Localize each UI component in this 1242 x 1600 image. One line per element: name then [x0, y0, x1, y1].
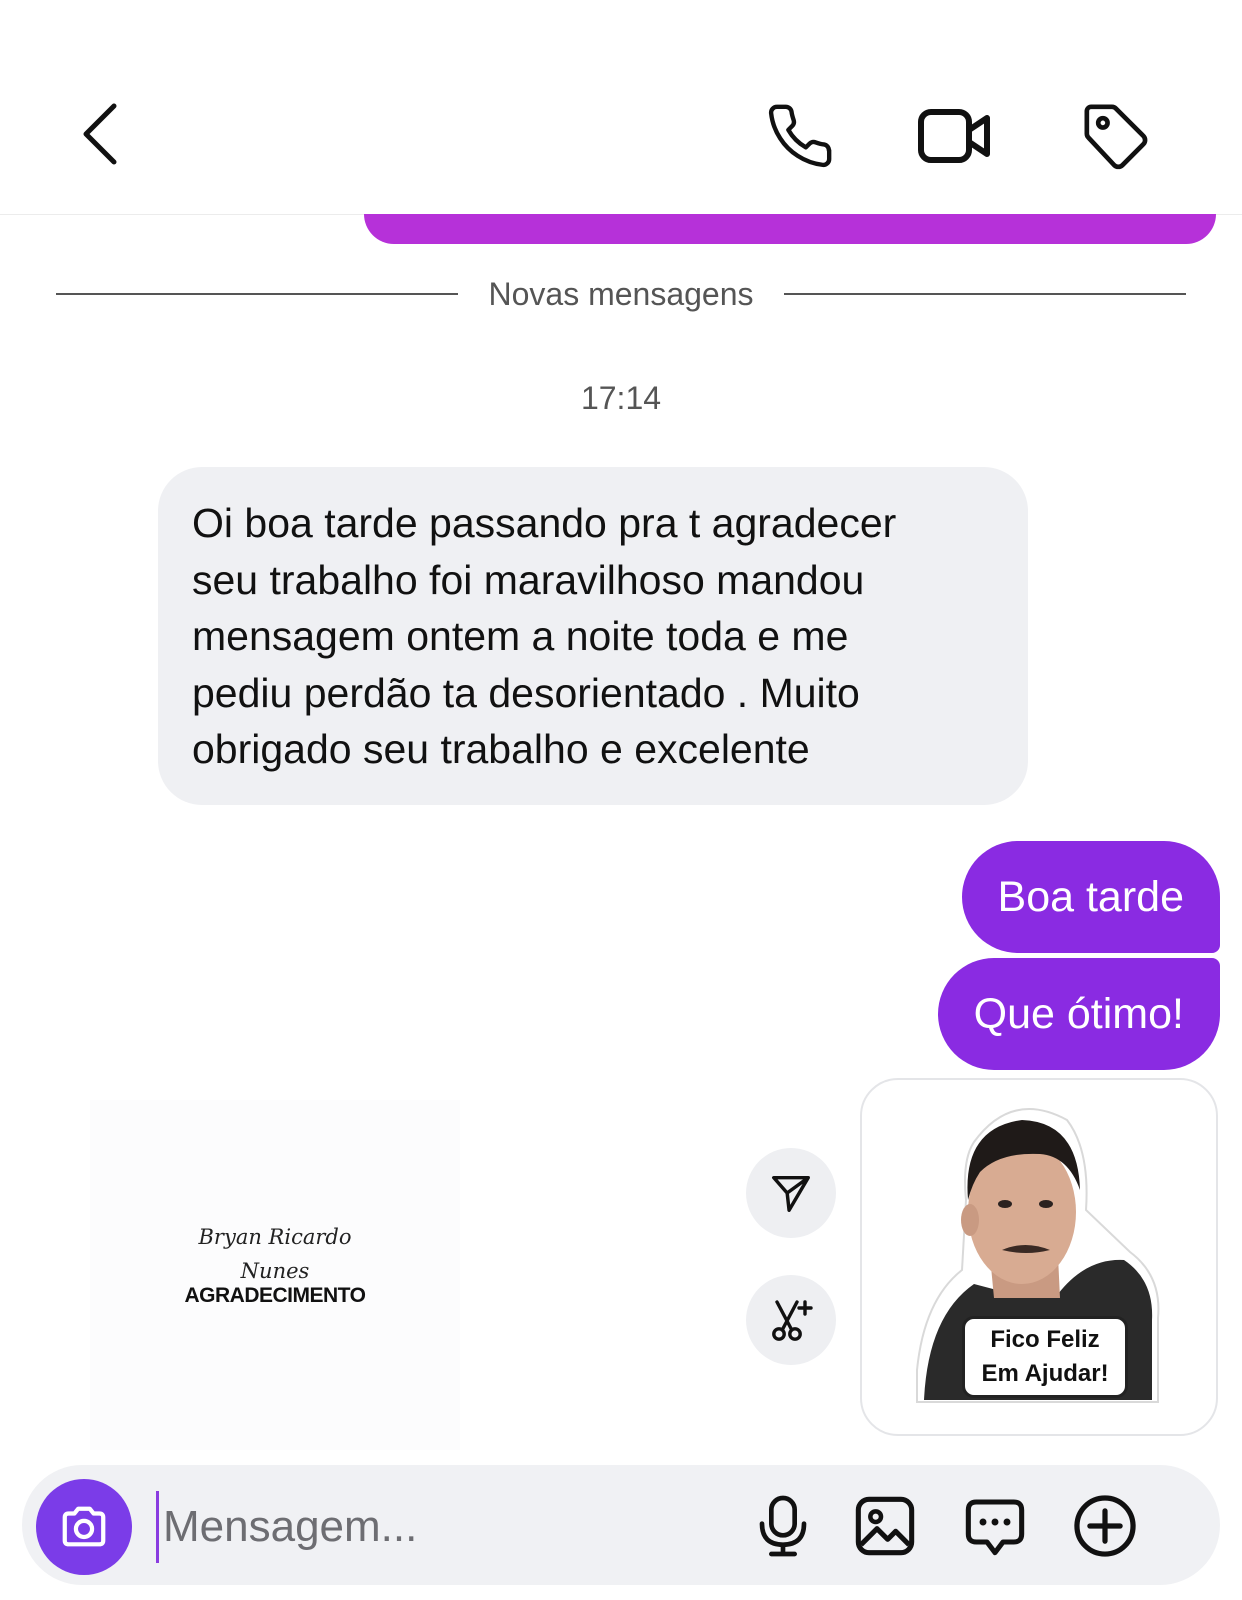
message-line: pediu perdão ta desorientado . Muito: [192, 669, 860, 716]
message-composer: [22, 1465, 1220, 1585]
incoming-message-bubble[interactable]: Oi boa tarde passando pra t agradecer se…: [158, 467, 1028, 805]
new-messages-divider: Novas mensagens: [56, 270, 1186, 318]
outgoing-message-bubble[interactable]: Que ótimo!: [937, 958, 1220, 1070]
chat-header: [0, 0, 1242, 215]
message-line: obrigado seu trabalho e excelente: [192, 726, 810, 772]
message-text: Que ótimo!: [973, 989, 1184, 1038]
sticker-caption: Fico Feliz Em Ajudar!: [962, 1316, 1128, 1398]
divider-line-right: [783, 293, 1186, 295]
forward-button[interactable]: [746, 1148, 836, 1238]
shared-image-card[interactable]: Bryan Ricardo Nunes AGRADECIMENTO: [90, 1100, 460, 1450]
message-text: Boa tarde: [997, 872, 1184, 921]
gallery-icon: [855, 1496, 915, 1556]
cutout-sticker-button[interactable]: [746, 1275, 836, 1365]
message-input[interactable]: [156, 1491, 725, 1563]
signature-name-line1: Bryan Ricardo: [198, 1225, 352, 1249]
chat-bubble-icon: [965, 1499, 1025, 1556]
sticker-message[interactable]: Fico Feliz Em Ajudar!: [860, 1078, 1218, 1436]
more-options-button[interactable]: [1070, 1491, 1140, 1561]
camera-button[interactable]: [36, 1479, 132, 1575]
message-line: mensagem ontem a noite toda e me: [192, 613, 849, 659]
video-icon: [918, 109, 990, 163]
voice-message-button[interactable]: [748, 1491, 818, 1561]
message-timestamp: 17:14: [580, 380, 662, 416]
divider-label: Novas mensagens: [488, 275, 754, 312]
microphone-icon: [759, 1495, 807, 1557]
sticker-caption-line1: Fico Feliz: [990, 1326, 1100, 1353]
video-call-button[interactable]: [912, 100, 998, 172]
divider-line-left: [56, 293, 459, 295]
message-line: Oi boa tarde passando pra t agradecer: [192, 500, 897, 546]
call-button[interactable]: [760, 100, 840, 172]
plus-circle-icon: [1074, 1495, 1136, 1557]
chevron-left-icon: [83, 103, 117, 165]
gallery-button[interactable]: [850, 1491, 920, 1561]
signature-block: Bryan Ricardo Nunes AGRADECIMENTO: [90, 1220, 460, 1308]
tag-icon: [1084, 104, 1148, 170]
outgoing-message-bubble[interactable]: Boa tarde: [961, 841, 1220, 953]
message-line: seu trabalho foi maravilhoso mandou: [192, 556, 865, 603]
sticker-caption-line2: Em Ajudar!: [981, 1360, 1109, 1387]
scissors-sparkle-icon: [772, 1300, 813, 1341]
send-icon: [772, 1175, 810, 1212]
previous-message-bubble[interactable]: [364, 214, 1216, 244]
tag-button[interactable]: [1076, 100, 1156, 172]
sticker-chat-button[interactable]: [960, 1491, 1030, 1561]
signature-title: AGRADECIMENTO: [184, 1284, 366, 1307]
phone-icon: [768, 104, 832, 168]
signature-name-line2: Nunes: [240, 1259, 310, 1283]
back-button[interactable]: [70, 96, 130, 172]
camera-icon: [62, 1506, 106, 1547]
